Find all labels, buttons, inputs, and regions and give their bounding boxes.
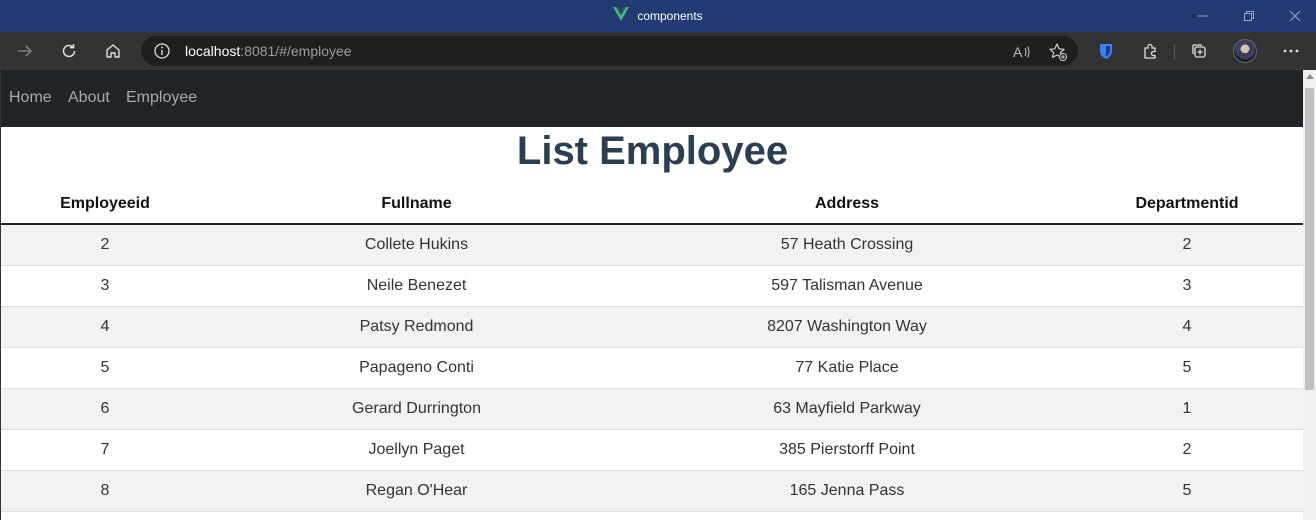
favorite-add-icon[interactable] [1047, 41, 1069, 63]
url-text[interactable]: localhost:8081/#/employee [185, 43, 352, 59]
site-info-icon[interactable] [153, 42, 171, 60]
site-navbar: Home About Employee [1, 70, 1304, 127]
page-viewport: Home About Employee List Employee Employ… [0, 70, 1316, 520]
svg-text:A: A [1013, 44, 1023, 60]
read-aloud-icon[interactable]: A [1011, 41, 1033, 63]
cell-employeeid: 5 [1, 347, 209, 389]
nav-employee-link[interactable]: Employee [126, 89, 197, 107]
address-bar[interactable]: localhost:8081/#/employee A [141, 36, 1078, 66]
cell-departmentid: 5 [1070, 470, 1304, 512]
table-row: 2 Collete Hukins 57 Heath Crossing 2 [1, 224, 1304, 266]
window-title-bar: components [0, 0, 1316, 32]
nav-about-link[interactable]: About [68, 89, 110, 107]
cell-fullname: Collete Hukins [209, 224, 624, 266]
bitwarden-extension-icon[interactable] [1090, 35, 1122, 67]
nav-home-link[interactable]: Home [9, 89, 52, 107]
cell-employeeid: 4 [1, 306, 209, 348]
cell-address: 77 Katie Place [624, 347, 1070, 389]
window-title: components [637, 9, 703, 23]
cell-fullname: Joellyn Paget [209, 429, 624, 471]
refresh-icon[interactable] [53, 35, 85, 67]
cell-address: 63 Mayfield Parkway [624, 388, 1070, 430]
cell-address: 8207 Washington Way [624, 306, 1070, 348]
column-header-departmentid: Departmentid [1070, 185, 1304, 225]
table-header-row: Employeeid Fullname Address Departmentid [1, 185, 1304, 225]
column-header-address: Address [624, 185, 1070, 225]
scroll-up-arrow-icon[interactable] [1306, 74, 1314, 79]
column-header-employeeid: Employeeid [1, 185, 209, 225]
table-row: 4 Patsy Redmond 8207 Washington Way 4 [1, 306, 1304, 348]
browser-toolbar: localhost:8081/#/employee A [0, 32, 1316, 70]
profile-avatar[interactable] [1233, 39, 1257, 63]
table-row: 5 Papageno Conti 77 Katie Place 5 [1, 347, 1304, 389]
cell-departmentid: 1 [1070, 388, 1304, 430]
cell-fullname: Gerard Durrington [209, 388, 624, 430]
forward-icon[interactable] [9, 35, 41, 67]
vertical-scrollbar[interactable] [1303, 70, 1316, 520]
extensions-icon[interactable] [1134, 35, 1166, 67]
cell-employeeid: 3 [1, 265, 209, 307]
vue-logo-icon [613, 6, 630, 26]
url-host: localhost [185, 43, 241, 59]
cell-departmentid: 4 [1070, 306, 1304, 348]
cell-departmentid: 5 [1070, 347, 1304, 389]
cell-address: 165 Jenna Pass [624, 470, 1070, 512]
cell-employeeid: 6 [1, 388, 209, 430]
cell-fullname: Regan O'Hear [209, 470, 624, 512]
more-menu-icon[interactable] [1275, 35, 1307, 67]
cell-fullname: Neile Benezet [209, 265, 624, 307]
cell-employeeid: 2 [1, 224, 209, 266]
table-row: 3 Neile Benezet 597 Talisman Avenue 3 [1, 265, 1304, 307]
close-button[interactable] [1272, 0, 1316, 32]
minimize-button[interactable] [1180, 0, 1226, 32]
cell-employeeid: 7 [1, 429, 209, 471]
cell-departmentid: 2 [1070, 429, 1304, 471]
url-path: :8081/#/employee [240, 43, 352, 59]
table-row: 8 Regan O'Hear 165 Jenna Pass 5 [1, 470, 1304, 512]
cell-fullname: Papageno Conti [209, 347, 624, 389]
table-row: 7 Joellyn Paget 385 Pierstorff Point 2 [1, 429, 1304, 471]
cell-fullname: Patsy Redmond [209, 306, 624, 348]
scrollbar-thumb[interactable] [1305, 88, 1314, 390]
home-icon[interactable] [97, 35, 129, 67]
employee-table: Employeeid Fullname Address Departmentid… [1, 185, 1304, 512]
restore-button[interactable] [1226, 0, 1272, 32]
cell-address: 57 Heath Crossing [624, 224, 1070, 266]
table-row: 6 Gerard Durrington 63 Mayfield Parkway … [1, 388, 1304, 430]
column-header-fullname: Fullname [209, 185, 624, 225]
cell-employeeid: 8 [1, 470, 209, 512]
collections-icon[interactable] [1183, 35, 1215, 67]
cell-departmentid: 2 [1070, 224, 1304, 266]
page-title: List Employee [516, 129, 789, 173]
cell-address: 597 Talisman Avenue [624, 265, 1070, 307]
cell-departmentid: 3 [1070, 265, 1304, 307]
cell-address: 385 Pierstorff Point [624, 429, 1070, 471]
toolbar-divider [1174, 44, 1175, 60]
